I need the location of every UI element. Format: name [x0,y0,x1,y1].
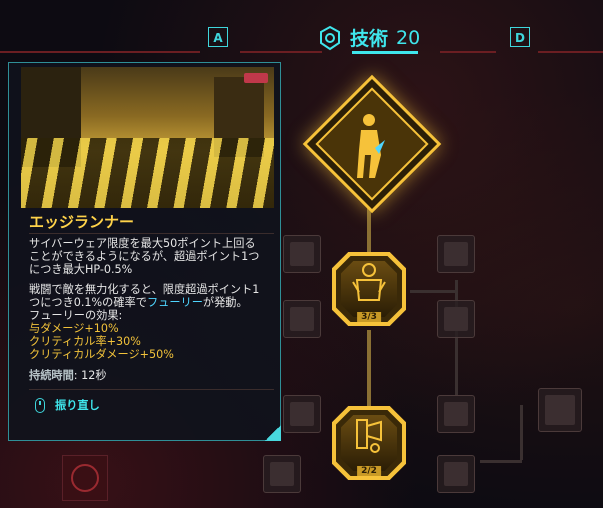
prev-attribute-key[interactable]: A [208,27,228,47]
mouse-icon [35,397,45,413]
cyborg-figure-icon [352,263,386,301]
effect-3: クリティカルダメージ+50% [29,348,174,361]
header-line-left [0,51,200,53]
desc-text: が発動。 [202,296,248,309]
desc-line: フューリーの効果: [29,309,123,322]
perk-node-locked[interactable] [283,395,321,433]
divider [29,389,274,390]
duration: 持続時間: 12秒 [29,367,107,383]
attribute-level: 20 [396,26,421,49]
header-line-right [538,51,603,53]
connector-locked [520,405,523,460]
header-line-mid-left [240,51,322,53]
duration-value: : 12秒 [73,369,107,382]
connector-locked [480,460,522,463]
perk-title: エッジランナー [29,213,135,231]
attribute-name: 技術 [350,28,389,50]
perk-node-locked[interactable] [538,388,582,432]
perk-description-2: 戦闘で敵を無力化すると、限度超過ポイント1 つにつき0.1%の確率でフューリーが… [29,283,274,322]
perk-description-1: サイバーウェア限度を最大50ポイント上回る ことができるようになるが、超過ポイン… [29,237,274,276]
runner-figure-icon [345,110,395,180]
fury-keyword: フューリー [146,296,203,309]
technical-ability-icon [320,25,340,50]
desc-line: につき最大HP-0.5% [29,263,133,276]
perk-node-locked-red[interactable] [62,455,108,501]
attribute-header: 技術 20 [318,24,420,51]
respec-label: 振り直し [55,399,100,412]
connector-locked [410,290,455,293]
perk-node-locked[interactable] [283,300,321,338]
respec-button[interactable]: 振り直し [35,397,100,413]
desc-line: つにつき0.1%の確率でフューリーが発動。 [29,296,274,309]
perk-node-locked[interactable] [263,455,301,493]
perk-node-locked[interactable] [437,300,475,338]
divider [29,233,274,234]
perk-preview-image [21,67,274,208]
desc-line: 戦闘で敵を無力化すると、限度超過ポイント1 [29,283,260,296]
perk-node-locked[interactable] [437,455,475,493]
effect-1: 与ダメージ+10% [29,322,119,335]
perk-node-bottom[interactable]: 2/2 [332,406,406,480]
effect-2: クリティカル率+30% [29,335,141,348]
desc-text: つにつき0.1%の確率で [29,296,147,309]
perk-node-locked[interactable] [437,235,475,273]
perk-node-locked[interactable] [437,395,475,433]
perk-level-badge: 2/2 [357,466,381,476]
perk-info-card: エッジランナー サイバーウェア限度を最大50ポイント上回る ことができるようにな… [8,62,281,441]
desc-line: サイバーウェア限度を最大50ポイント上回る [29,237,256,250]
desc-line: ことができるようになるが、超過ポイント1つ [29,250,260,263]
gadget-icon [356,419,382,453]
card-corner [265,425,281,441]
attribute-underline [352,51,418,54]
perk-node-mid[interactable]: 3/3 [332,252,406,326]
duration-label: 持続時間 [29,369,74,382]
header-line-mid-right [440,51,496,53]
connector [367,330,371,406]
next-attribute-key[interactable]: D [510,27,530,47]
perk-level-badge: 3/3 [357,312,381,322]
record-icon [244,73,268,83]
perk-node-locked[interactable] [283,235,321,273]
